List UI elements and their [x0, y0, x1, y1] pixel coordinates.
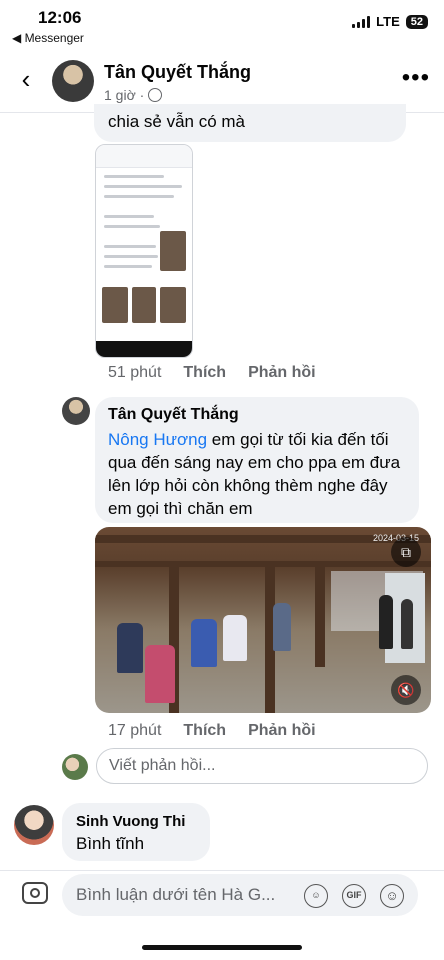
composer-placeholder: Bình luận dưới tên Hà G... — [76, 885, 276, 904]
sticker-icon[interactable]: ☺ — [304, 884, 328, 908]
fullscreen-icon[interactable]: ⧉ — [391, 537, 421, 567]
more-icon[interactable]: ••• — [402, 66, 430, 90]
divider — [0, 870, 444, 871]
reply-actions: 17 phút Thích Phản hồi — [108, 722, 316, 740]
reply-text: Nông Hương em gọi từ tối kia đến tối qua… — [108, 428, 414, 520]
post-author-name[interactable]: Tân Quyết Thắng — [104, 62, 251, 83]
comment-text: chia sẻ vẫn có mà — [108, 112, 246, 131]
mention-link[interactable]: Nông Hương — [108, 430, 207, 449]
shared-screenshot-image[interactable] — [95, 144, 193, 358]
avatar[interactable] — [62, 397, 90, 425]
comment-time: 51 phút — [108, 364, 162, 381]
post-time: 1 giờ · — [104, 87, 145, 103]
video-player[interactable]: 2024-03-15 ⧉ 🔇 — [95, 527, 431, 713]
reply-button[interactable]: Phản hồi — [248, 364, 316, 382]
avatar[interactable] — [52, 60, 94, 102]
avatar[interactable] — [14, 805, 54, 845]
battery-icon: 52 — [405, 14, 428, 29]
reply-time: 17 phút — [108, 722, 162, 739]
status-indicators: LTE 52 — [352, 14, 428, 29]
reply-button[interactable]: Phản hồi — [248, 722, 316, 740]
signal-icon — [352, 15, 371, 28]
camera-icon[interactable] — [22, 882, 48, 904]
comment-actions: 51 phút Thích Phản hồi — [108, 364, 316, 382]
reply-input[interactable]: Viết phản hồi... — [96, 748, 428, 784]
like-button[interactable]: Thích — [183, 364, 226, 382]
mute-icon[interactable]: 🔇 — [391, 675, 421, 705]
emoji-icon[interactable]: ☺ — [380, 884, 404, 908]
back-arrow-icon[interactable]: ‹ — [12, 66, 40, 94]
like-button[interactable]: Thích — [183, 722, 226, 740]
comment-text: Bình tĩnh — [76, 834, 145, 853]
home-indicator — [142, 945, 302, 950]
back-to-messenger[interactable]: ◀ Messenger — [12, 31, 84, 45]
gif-icon[interactable]: GIF — [342, 884, 366, 908]
post-meta: 1 giờ · — [104, 87, 163, 103]
comment-author-name[interactable]: Sinh Vuong Thi — [76, 813, 185, 830]
avatar — [62, 754, 88, 780]
status-time: 12:06 — [38, 8, 82, 27]
globe-icon — [148, 88, 163, 102]
reply-author-name[interactable]: Tân Quyết Thắng — [108, 406, 239, 424]
network-label: LTE — [376, 14, 400, 29]
